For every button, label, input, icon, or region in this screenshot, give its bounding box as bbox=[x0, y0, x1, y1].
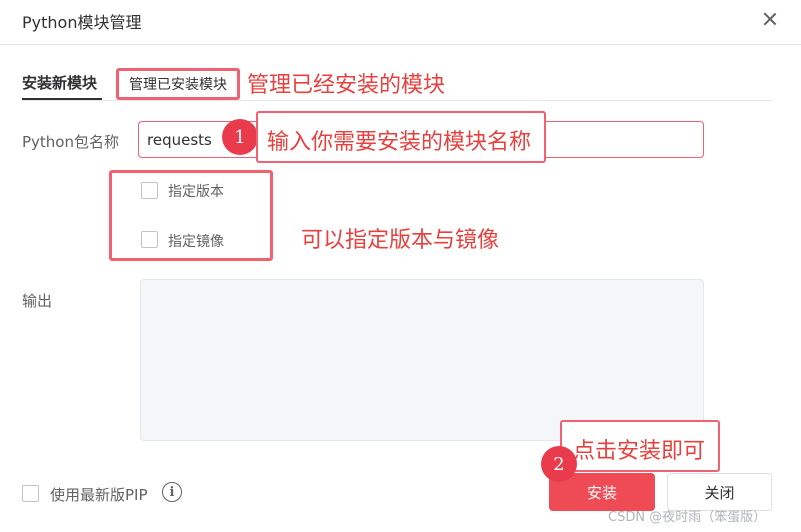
title-divider bbox=[0, 44, 801, 45]
output-textarea[interactable] bbox=[140, 279, 704, 441]
step-1-badge: 1 bbox=[222, 119, 258, 155]
use-latest-pip-checkbox[interactable] bbox=[22, 485, 39, 502]
use-latest-pip-label: 使用最新版PIP bbox=[50, 486, 148, 504]
watermark: CSDN @夜时雨（笨蛋版） bbox=[608, 510, 767, 525]
python-module-dialog: Python模块管理 安装新模块 管理已安装模块 管理已经安装的模块 Pytho… bbox=[0, 0, 801, 532]
tab-manage-installed[interactable]: 管理已安装模块 bbox=[116, 68, 240, 100]
specify-mirror-checkbox[interactable] bbox=[141, 231, 158, 248]
specify-mirror-label: 指定镜像 bbox=[168, 234, 224, 250]
specify-version-checkbox[interactable] bbox=[141, 182, 158, 199]
package-name-label: Python包名称 bbox=[22, 133, 119, 151]
active-tab-indicator bbox=[22, 98, 102, 100]
annotation-click-install: 点击安装即可 bbox=[573, 439, 706, 464]
close-icon[interactable] bbox=[759, 8, 781, 30]
specify-version-label: 指定版本 bbox=[168, 184, 224, 200]
dialog-title: Python模块管理 bbox=[22, 13, 142, 32]
tabs-divider bbox=[22, 100, 772, 101]
package-name-value: requests bbox=[147, 130, 212, 149]
info-icon[interactable]: i bbox=[162, 482, 182, 502]
annotation-manage-installed: 管理已经安装的模块 bbox=[247, 73, 446, 98]
output-label: 输出 bbox=[22, 292, 53, 310]
step-2-badge: 2 bbox=[541, 446, 577, 482]
annotation-enter-module-name: 输入你需要安装的模块名称 bbox=[267, 130, 532, 155]
annotation-version-mirror: 可以指定版本与镜像 bbox=[301, 228, 500, 253]
tab-install-new[interactable]: 安装新模块 bbox=[22, 72, 97, 93]
